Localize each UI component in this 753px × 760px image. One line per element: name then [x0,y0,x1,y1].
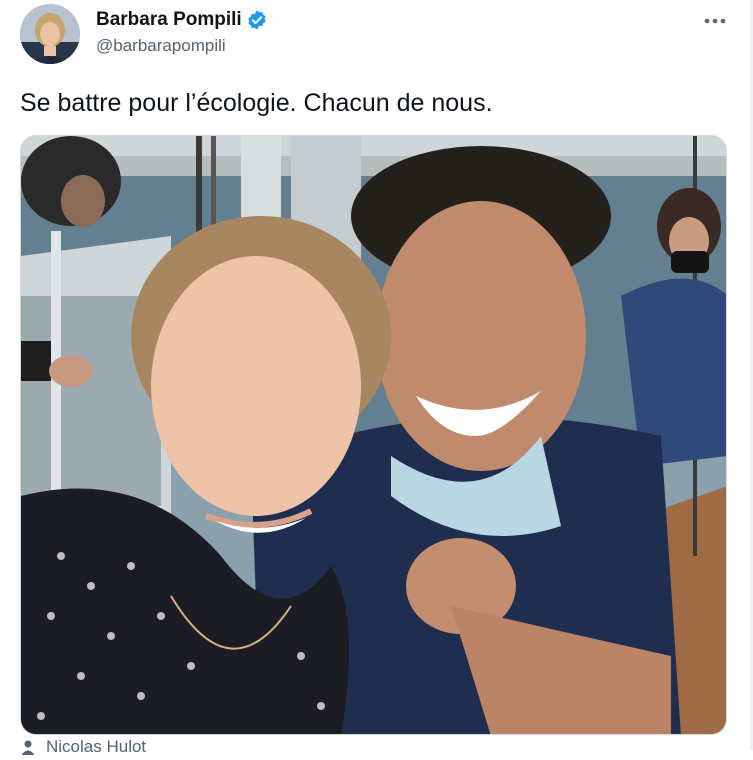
author-handle[interactable]: @barbarapompili [96,36,226,56]
verified-badge-icon [246,9,268,31]
avatar-photo [20,4,80,64]
author-display-name[interactable]: Barbara Pompili [96,9,242,31]
photo-scene [21,136,726,734]
more-horizontal-icon [704,18,726,24]
tweet-text: Se battre pour l’écologie. Chacun de nou… [20,89,493,117]
tagged-people[interactable]: Nicolas Hulot [20,737,146,757]
person-icon [20,739,36,755]
tweet-photo[interactable] [20,135,727,735]
avatar[interactable] [20,4,80,64]
more-options-button[interactable] [699,10,731,32]
tweet: Barbara Pompili @barbarapompili Se battr… [0,0,753,756]
tagged-person-name: Nicolas Hulot [46,737,147,756]
author-name-row: Barbara Pompili [96,9,268,31]
